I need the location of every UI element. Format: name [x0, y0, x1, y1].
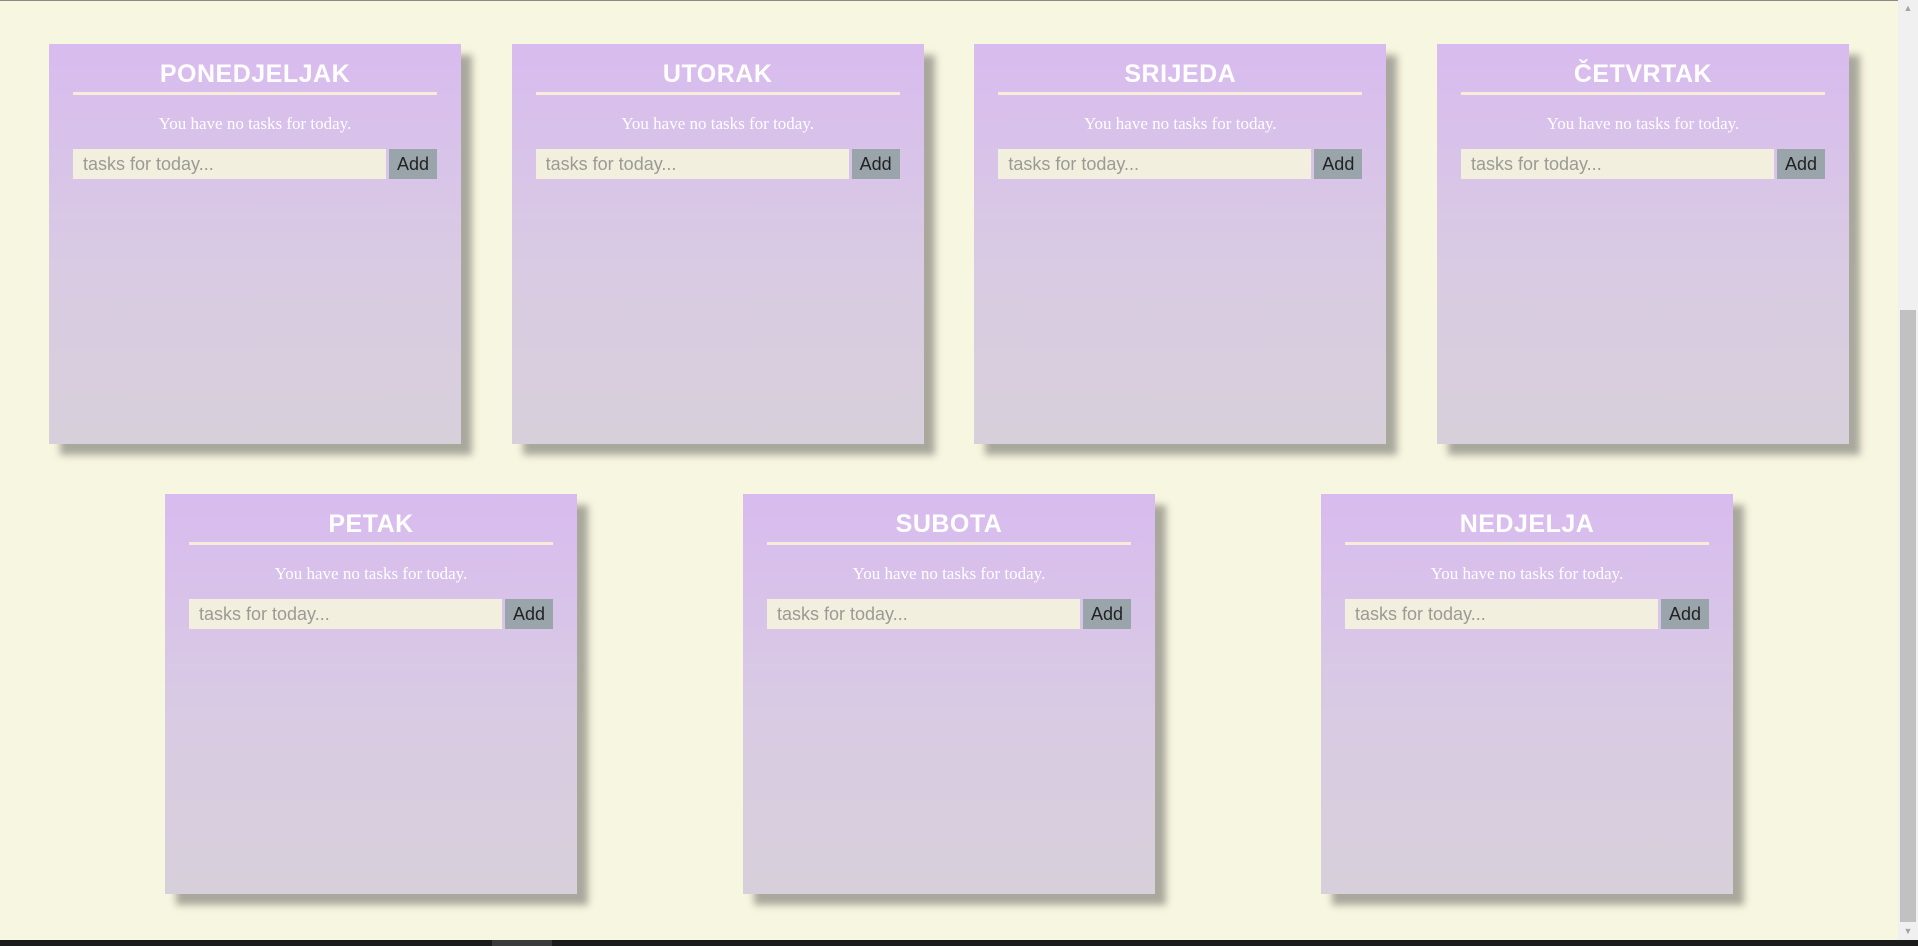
bottom-bar [0, 940, 1918, 946]
bottom-bar-highlight [492, 940, 552, 946]
scroll-down-arrow-icon[interactable]: ▼ [1898, 923, 1918, 940]
add-task-form: Add [189, 599, 553, 629]
task-input[interactable] [189, 599, 502, 629]
empty-tasks-message: You have no tasks for today. [1083, 114, 1277, 133]
empty-tasks-message: You have no tasks for today. [1546, 114, 1740, 133]
day-title: UTORAK [535, 58, 900, 95]
day-card-wednesday: SRIJEDA You have no tasks for today. Add [974, 44, 1387, 444]
add-task-form: Add [1345, 599, 1709, 629]
empty-tasks-message: You have no tasks for today. [1430, 564, 1624, 583]
task-input[interactable] [535, 149, 849, 179]
day-title: SUBOTA [767, 508, 1131, 545]
top-border [0, 0, 1898, 1]
day-card-saturday: SUBOTA You have no tasks for today. Add [743, 494, 1155, 894]
day-card-friday: PETAK You have no tasks for today. Add [165, 494, 577, 894]
add-task-button[interactable]: Add [1083, 599, 1131, 629]
add-task-form: Add [998, 149, 1363, 179]
add-task-button[interactable]: Add [1314, 149, 1363, 179]
day-title: SRIJEDA [998, 58, 1363, 95]
day-title: PETAK [189, 508, 553, 545]
scrollbar-thumb[interactable] [1900, 310, 1916, 922]
add-task-button[interactable]: Add [851, 149, 900, 179]
task-input[interactable] [767, 599, 1080, 629]
day-card-monday: PONEDJELJAK You have no tasks for today.… [49, 44, 461, 444]
day-title: PONEDJELJAK [73, 58, 437, 95]
add-task-button[interactable]: Add [389, 149, 437, 179]
task-input[interactable] [1345, 599, 1658, 629]
empty-tasks-message: You have no tasks for today. [852, 564, 1046, 583]
day-title: NEDJELJA [1345, 508, 1709, 545]
day-card-thursday: ČETVRTAK You have no tasks for today. Ad… [1436, 44, 1849, 444]
add-task-button[interactable]: Add [1776, 149, 1825, 179]
task-input[interactable] [998, 149, 1312, 179]
add-task-form: Add [1460, 149, 1825, 179]
day-card-tuesday: UTORAK You have no tasks for today. Add [511, 44, 924, 444]
task-input[interactable] [73, 149, 386, 179]
empty-tasks-message: You have no tasks for today. [274, 564, 468, 583]
weekdays-row-1: PONEDJELJAK You have no tasks for today.… [0, 44, 1898, 444]
add-task-form: Add [73, 149, 437, 179]
task-input[interactable] [1460, 149, 1774, 179]
weekdays-row-2: PETAK You have no tasks for today. Add S… [0, 494, 1898, 894]
day-title: ČETVRTAK [1460, 58, 1825, 95]
empty-tasks-message: You have no tasks for today. [621, 114, 814, 133]
day-card-sunday: NEDJELJA You have no tasks for today. Ad… [1321, 494, 1733, 894]
scroll-up-arrow-icon[interactable]: ▲ [1898, 0, 1918, 17]
vertical-scrollbar[interactable]: ▲ ▼ [1898, 0, 1918, 940]
add-task-button[interactable]: Add [1661, 599, 1709, 629]
empty-tasks-message: You have no tasks for today. [158, 114, 352, 133]
add-task-button[interactable]: Add [505, 599, 553, 629]
add-task-form: Add [767, 599, 1131, 629]
add-task-form: Add [535, 149, 900, 179]
